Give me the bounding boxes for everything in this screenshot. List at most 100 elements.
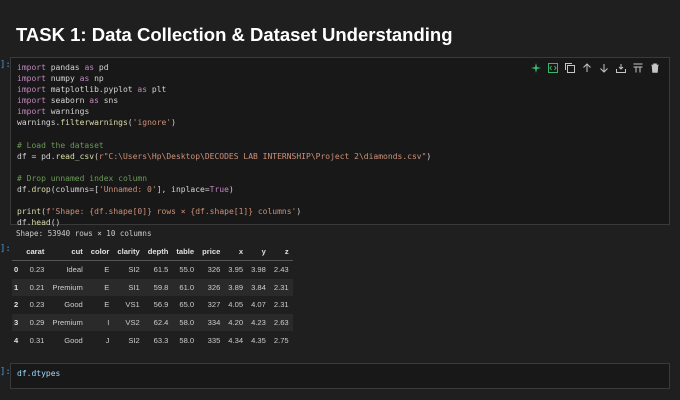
code-editor-2[interactable]: df.dtypes <box>17 369 60 378</box>
code-token: head <box>31 218 51 228</box>
code-line: # Load the dataset <box>17 141 104 150</box>
code-token: 'ignore' <box>132 118 172 128</box>
column-header: color <box>90 247 110 256</box>
code-icon[interactable] <box>545 61 561 75</box>
code-token: as <box>137 85 148 95</box>
table-cell: E <box>104 265 110 275</box>
table-cell: 59.8 <box>143 278 173 297</box>
row-index: 0 <box>14 265 19 275</box>
code-token: ) <box>171 118 176 128</box>
code-line: import seaborn as sns <box>17 96 118 105</box>
column-header: table <box>176 247 195 256</box>
code-token: (columns=[ <box>50 185 99 195</box>
table-cell: 335 <box>207 335 221 345</box>
table-row: 0 0.23 Ideal E SI2 61.5 55.0 326 3.95 3.98 2.43 <box>12 261 293 279</box>
table-cell: 56.9 <box>153 300 169 310</box>
row-index: 1 <box>12 278 23 297</box>
code-token: r"C:\Users\Hp\Desktop\DECODES LAB INTERN… <box>98 151 427 161</box>
code-cell[interactable]: import pandas as pd import numpy as np i… <box>10 57 670 228</box>
code-token: import <box>17 85 46 95</box>
table-cell: 61.0 <box>172 278 199 297</box>
code-editor[interactable]: import pandas as pd import numpy as np i… <box>17 62 431 228</box>
table-cell: 62.4 <box>143 313 173 332</box>
code-token: df = pd. <box>17 151 56 161</box>
code-token: import <box>17 107 46 117</box>
code-line: print(f'Shape: {df.shape[0]} rows × {df.… <box>17 207 301 216</box>
table-cell: SI1 <box>113 278 144 297</box>
table-cell: I <box>86 313 114 332</box>
table-cell: 2.75 <box>273 335 289 345</box>
dataframe-table: carat cut color clarity depth table price x y z 0… <box>12 243 293 349</box>
split-cell-icon[interactable] <box>613 61 629 75</box>
column-header: y <box>261 247 266 256</box>
table-cell: 0.31 <box>29 335 45 345</box>
table-row: 4 0.31 Good J SI2 63.3 58.0 335 4.34 4.35 2.75 <box>12 331 293 349</box>
code-token: seaborn <box>45 96 90 106</box>
code-token: import <box>17 63 46 72</box>
table-row: 1 0.21 Premium E SI1 59.8 61.0 326 3.89 3.84 2.31 <box>12 278 293 297</box>
row-index: 2 <box>14 300 19 310</box>
code-token: plt <box>147 85 167 95</box>
table-cell: 4.05 <box>228 300 244 310</box>
code-token: numpy <box>45 74 80 84</box>
code-token: read_csv <box>55 151 95 161</box>
code-line: import numpy as np <box>17 74 104 83</box>
table-cell: 58.0 <box>179 335 195 345</box>
code-token: ) <box>296 207 302 217</box>
row-index: 4 <box>14 335 19 345</box>
table-cell: E <box>86 278 114 297</box>
column-header: clarity <box>117 247 140 256</box>
table-cell: Ideal <box>66 265 83 275</box>
table-cell: E <box>104 300 110 310</box>
table-cell: SI2 <box>128 265 140 275</box>
table-cell: 0.23 <box>29 300 45 310</box>
row-index: 3 <box>12 313 23 332</box>
table-row: 2 0.23 Good E VS1 56.9 65.0 327 4.05 4.07 2.31 <box>12 296 293 314</box>
delete-icon[interactable] <box>647 61 663 75</box>
code-line: import matplotlib.pyplot as plt <box>17 85 166 94</box>
table-cell: 58.0 <box>172 313 199 332</box>
arrow-up-icon[interactable] <box>579 61 595 75</box>
table-cell: 3.98 <box>251 265 266 275</box>
table-body: 0 0.23 Ideal E SI2 61.5 55.0 326 3.95 3.98 2.43 1 0.… <box>12 261 293 349</box>
code-token: as <box>79 74 90 84</box>
column-header <box>12 243 22 261</box>
code-line: df = pd.read_csv(r"C:\Users\Hp\Desktop\D… <box>17 152 431 161</box>
table-cell: 3.95 <box>228 265 244 275</box>
column-header: price <box>202 247 221 256</box>
code-token: ) <box>228 185 234 195</box>
code-token: f'Shape: {df.shape[0]} rows × {df.shape[… <box>45 207 297 217</box>
table-cell: 0.29 <box>22 313 49 332</box>
table-header-row: carat cut color clarity depth table price x y z <box>12 243 293 261</box>
code-cell-2[interactable]: df.dtypes <box>10 363 670 389</box>
code-token: df. <box>17 185 32 195</box>
section-heading: TASK 1: Data Collection & Dataset Unders… <box>16 24 453 45</box>
table-cell: 55.0 <box>179 265 195 275</box>
sparkle-run-icon[interactable] <box>528 61 544 75</box>
table-cell: 4.07 <box>251 300 266 310</box>
table-cell: 61.5 <box>153 265 169 275</box>
code-token: drop <box>31 185 51 195</box>
copy-icon[interactable] <box>562 61 578 75</box>
table-cell: VS1 <box>125 300 140 310</box>
column-header: z <box>284 247 289 256</box>
column-header: carat <box>26 247 45 256</box>
column-header: depth <box>147 247 169 256</box>
table-cell: SI2 <box>128 335 140 345</box>
table-cell: 63.3 <box>153 335 169 345</box>
code-line: df.head() <box>17 218 60 227</box>
arrow-down-icon[interactable] <box>596 61 612 75</box>
table-cell: 2.63 <box>269 313 293 332</box>
code-token: df. <box>17 218 32 228</box>
code-token: import <box>17 96 46 106</box>
clear-output-icon[interactable] <box>630 61 646 75</box>
table-cell: 4.35 <box>251 335 266 345</box>
table-cell: 4.23 <box>247 313 270 332</box>
code-token: np <box>89 74 104 84</box>
code-token: filterwarnings <box>60 118 128 128</box>
table-cell: 2.31 <box>273 300 289 310</box>
column-header: cut <box>71 247 83 256</box>
table-cell: Good <box>64 300 83 310</box>
table-cell: 0.23 <box>29 265 45 275</box>
code-line: import warnings <box>17 107 89 116</box>
